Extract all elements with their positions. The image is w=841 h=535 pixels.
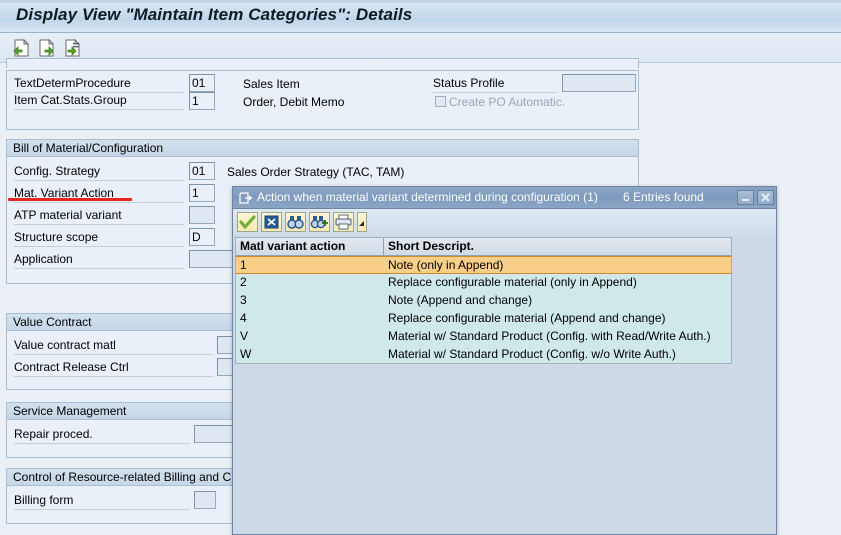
- table-row[interactable]: 4Replace configurable material (Append a…: [235, 310, 732, 328]
- value-help-table: Matl variant action Short Descript. 1Not…: [235, 237, 732, 364]
- field-input-billing-form[interactable]: [194, 491, 216, 509]
- cell-matl-variant-action: 4: [236, 310, 384, 328]
- field-text-sales-item: Sales Item: [243, 77, 300, 92]
- cell-short-descript: Material w/ Standard Product (Config. wi…: [384, 328, 731, 346]
- field-input-textdetermprocedure[interactable]: [189, 74, 215, 92]
- find-next-icon[interactable]: [309, 212, 330, 232]
- panel-value-contract: Value Contract Value contract matl Contr…: [6, 313, 239, 390]
- field-label-config-strategy: Config. Strategy: [14, 164, 184, 181]
- checkbox-box-icon: [435, 96, 446, 107]
- table-row[interactable]: WMaterial w/ Standard Product (Config. w…: [235, 346, 732, 364]
- dialog-icon: [239, 191, 253, 208]
- column-header-matl-variant-action[interactable]: Matl variant action: [236, 238, 384, 255]
- field-input-application[interactable]: [189, 250, 234, 268]
- table-row[interactable]: 3Note (Append and change): [235, 292, 732, 310]
- checkbox-create-po-automatic[interactable]: Create PO Automatic.: [435, 95, 565, 109]
- window-title-bar: Display View "Maintain Item Categories":…: [0, 0, 841, 33]
- cell-matl-variant-action: 1: [236, 257, 384, 273]
- checkbox-label-create-po-automatic: Create PO Automatic.: [449, 95, 565, 109]
- panel-resource-related-billing: Control of Resource-related Billing and …: [6, 468, 239, 524]
- cell-matl-variant-action: 2: [236, 274, 384, 292]
- confirm-check-icon[interactable]: [237, 212, 258, 232]
- find-icon[interactable]: [285, 212, 306, 232]
- details-icon[interactable]: [62, 37, 84, 59]
- previous-document-icon[interactable]: [10, 37, 32, 59]
- cell-short-descript: Replace configurable material (Append an…: [384, 310, 731, 328]
- panel-header-resource-related-billing: Control of Resource-related Billing and …: [7, 469, 238, 486]
- field-label-repair-proced: Repair proced.: [14, 427, 190, 444]
- cell-short-descript: Material w/ Standard Product (Config. w/…: [384, 346, 731, 363]
- field-input-atp-material-variant[interactable]: [189, 206, 215, 224]
- field-label-item-cat-stats-group: Item Cat.Stats.Group: [14, 93, 184, 110]
- field-input-status-profile[interactable]: [562, 74, 636, 92]
- cell-short-descript: Replace configurable material (only in A…: [384, 274, 731, 292]
- panel-top-details: TextDetermProcedure Sales Item Item Cat.…: [6, 70, 639, 130]
- dialog-toolbar: [233, 209, 776, 236]
- table-row[interactable]: 1Note (only in Append): [235, 256, 732, 274]
- panel-header-service-management: Service Management: [7, 403, 238, 420]
- table-row[interactable]: VMaterial w/ Standard Product (Config. w…: [235, 328, 732, 346]
- dialog-entries-count: 6 Entries found: [623, 190, 704, 204]
- cell-short-descript: Note (only in Append): [384, 257, 731, 273]
- panel-header-value-contract: Value Contract: [7, 314, 238, 331]
- cancel-icon[interactable]: [261, 212, 282, 232]
- table-row[interactable]: 2Replace configurable material (only in …: [235, 274, 732, 292]
- cell-matl-variant-action: 3: [236, 292, 384, 310]
- table-body: 1Note (only in Append)2Replace configura…: [235, 256, 732, 364]
- field-label-status-profile: Status Profile: [433, 76, 557, 93]
- next-document-icon[interactable]: [36, 37, 58, 59]
- panel-above-partial: [6, 58, 639, 68]
- field-label-value-contract-matl: Value contract matl: [14, 338, 213, 355]
- table-header-row: Matl variant action Short Descript.: [235, 237, 732, 256]
- close-icon[interactable]: [757, 190, 774, 205]
- field-label-textdetermprocedure: TextDetermProcedure: [14, 76, 184, 93]
- cell-matl-variant-action: V: [236, 328, 384, 346]
- field-input-config-strategy[interactable]: [189, 162, 215, 180]
- panel-service-management: Service Management Repair proced.: [6, 402, 239, 458]
- field-text-order-debit-memo: Order, Debit Memo: [243, 95, 344, 110]
- field-input-mat-variant-action[interactable]: [189, 184, 215, 202]
- field-input-item-cat-stats-group[interactable]: [189, 92, 215, 110]
- print-icon[interactable]: [333, 212, 354, 232]
- field-input-structure-scope[interactable]: [189, 228, 215, 246]
- cell-matl-variant-action: W: [236, 346, 384, 363]
- field-label-application: Application: [14, 252, 184, 269]
- cell-short-descript: Note (Append and change): [384, 292, 731, 310]
- minimize-icon[interactable]: [737, 190, 754, 205]
- field-label-contract-release-ctrl: Contract Release Ctrl: [14, 360, 213, 377]
- page-title: Display View "Maintain Item Categories":…: [16, 5, 412, 25]
- annotation-underline: [8, 198, 132, 201]
- more-options-icon[interactable]: [357, 212, 367, 232]
- title-bar-top-strip: [0, 0, 841, 3]
- field-label-billing-form: Billing form: [14, 493, 190, 510]
- column-header-short-descript[interactable]: Short Descript.: [384, 238, 731, 255]
- dialog-title: Action when material variant determined …: [257, 190, 598, 204]
- panel-header-bill-of-material: Bill of Material/Configuration: [7, 140, 638, 157]
- dialog-title-bar[interactable]: Action when material variant determined …: [233, 187, 776, 209]
- value-help-dialog: Action when material variant determined …: [232, 186, 777, 535]
- field-text-sales-order-strategy: Sales Order Strategy (TAC, TAM): [227, 165, 404, 180]
- field-label-structure-scope: Structure scope: [14, 230, 184, 247]
- field-label-atp-material-variant: ATP material variant: [14, 208, 184, 225]
